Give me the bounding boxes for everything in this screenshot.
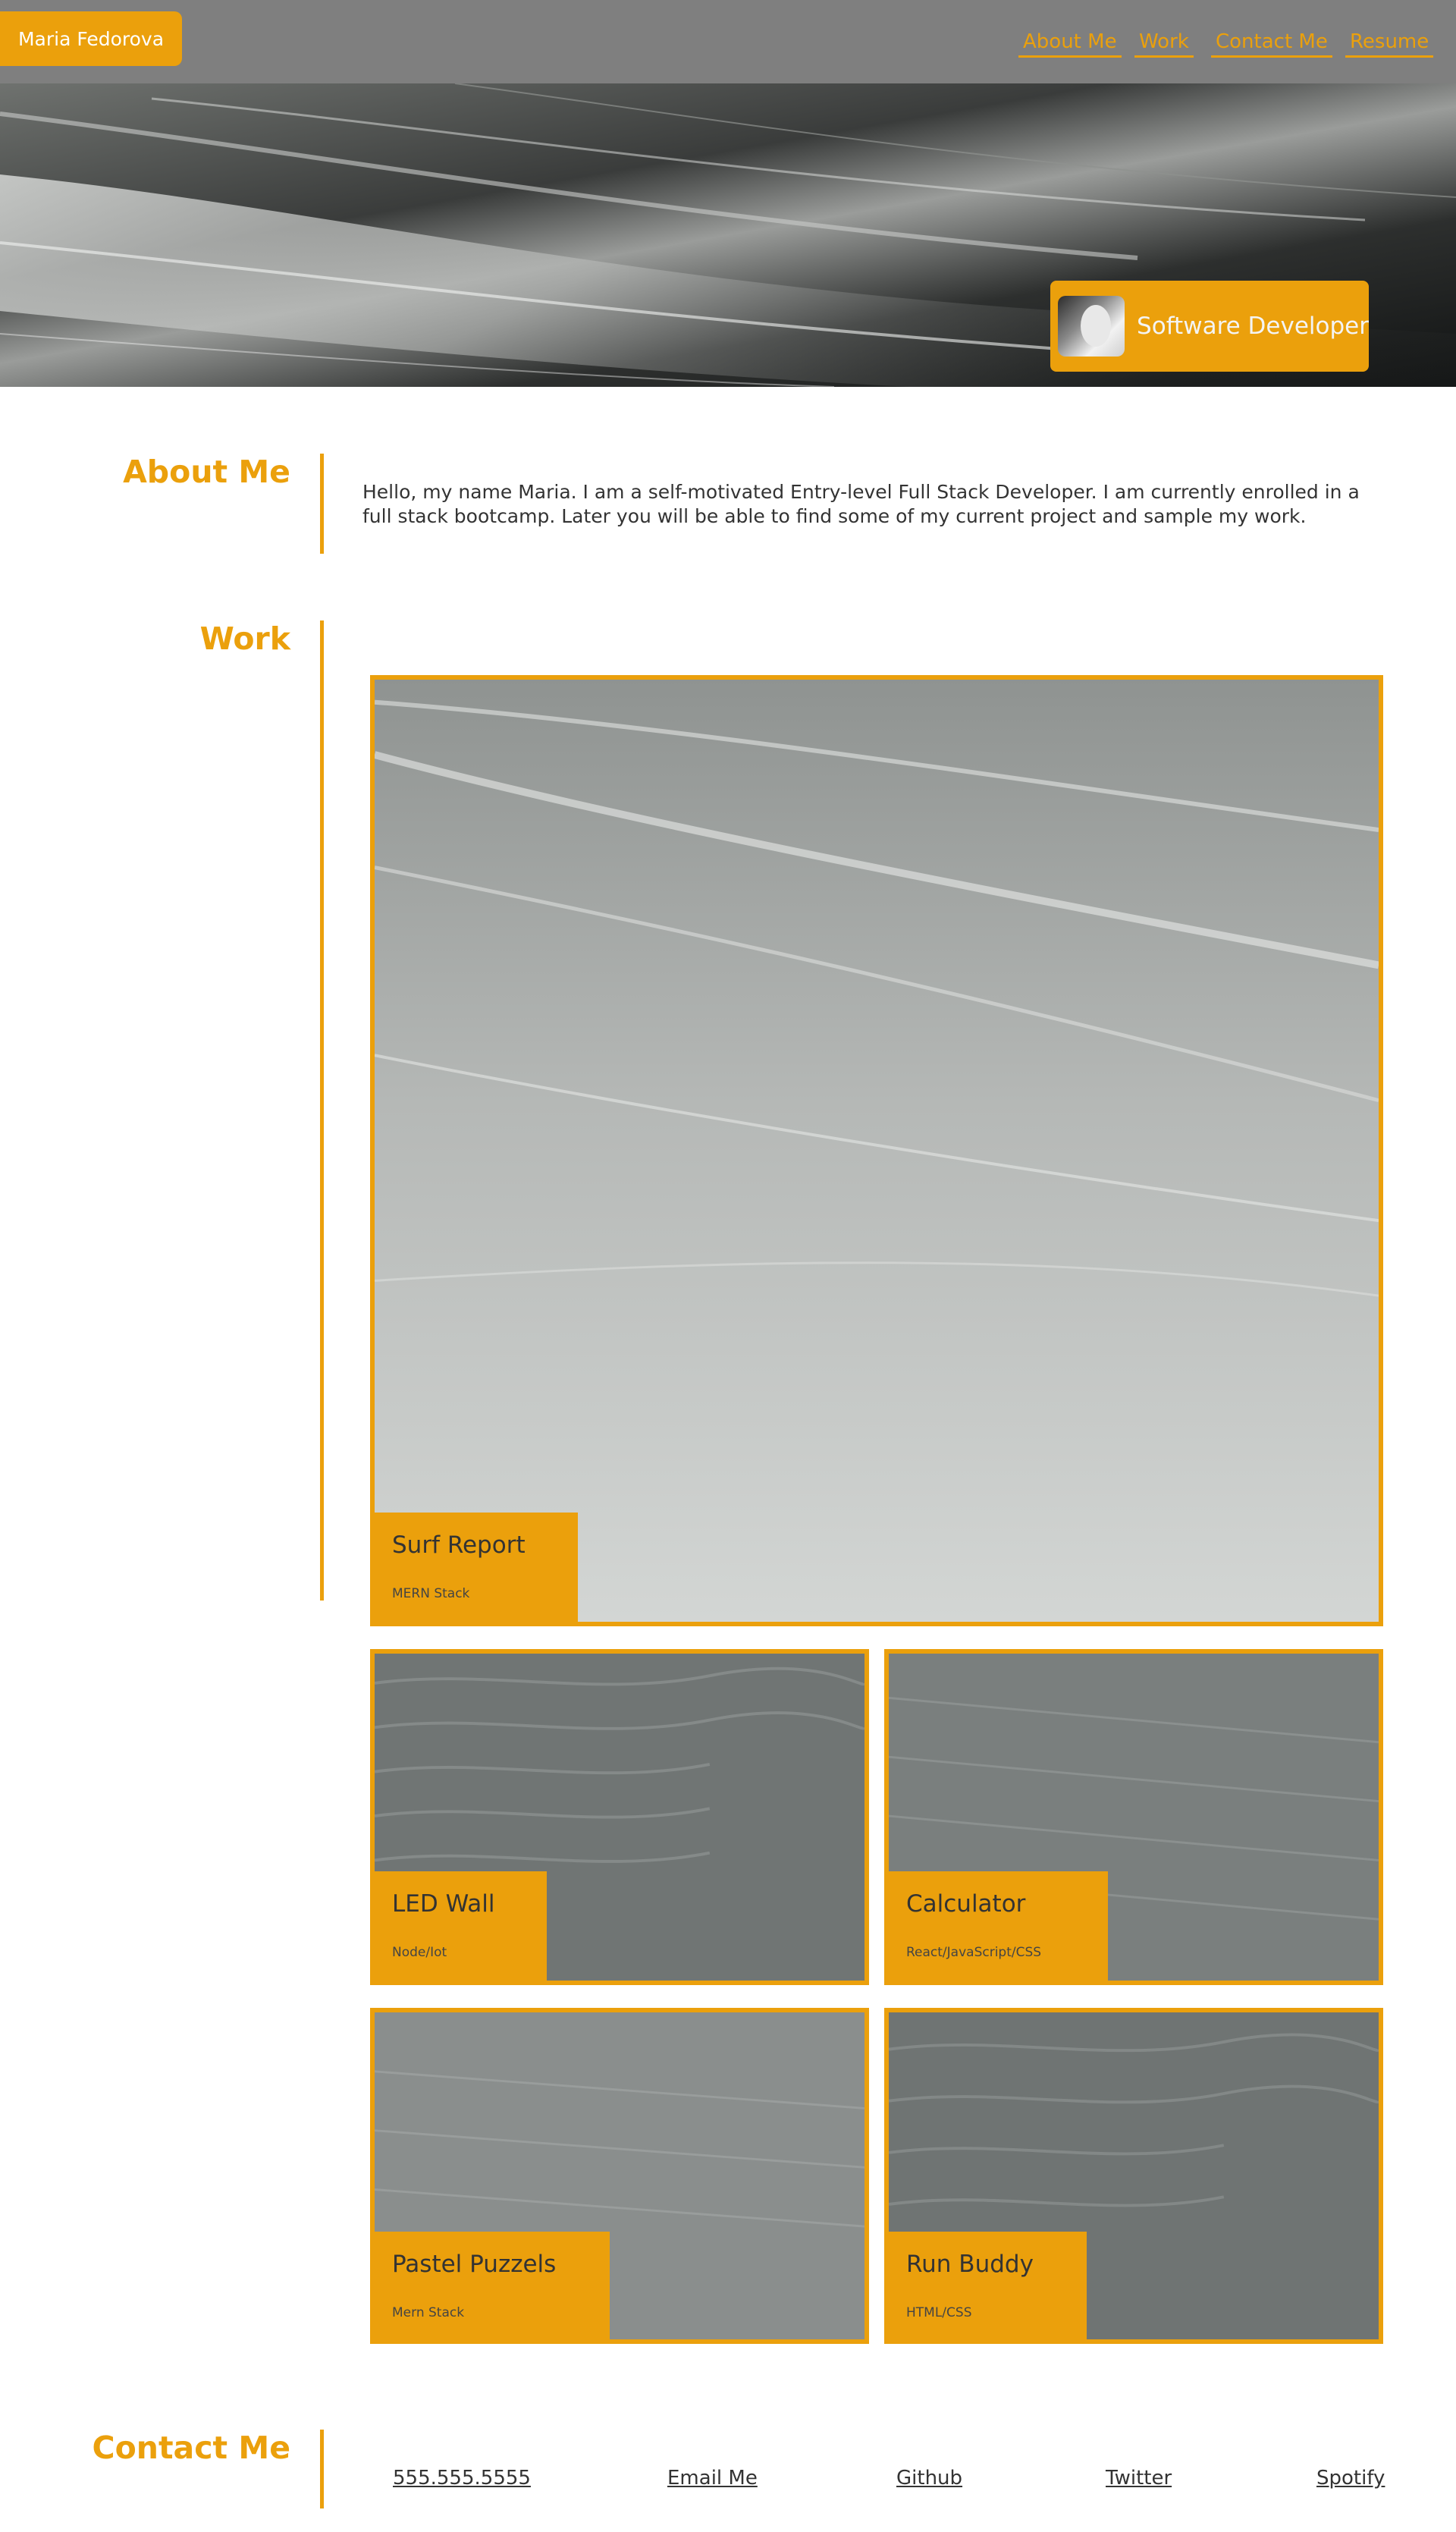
project-card-led-wall[interactable]: LED Wall Node/Iot <box>370 1649 869 1985</box>
contact-heading: Contact Me <box>92 2430 291 2466</box>
nav-link-resume[interactable]: Resume <box>1345 30 1434 58</box>
project-image <box>375 680 1379 1622</box>
project-card-run-buddy[interactable]: Run Buddy HTML/CSS <box>884 2008 1383 2344</box>
project-stack: Node/Iot <box>392 1945 447 1960</box>
site-header: Maria Fedorova About Me Work Contact Me … <box>0 0 1456 83</box>
nav-link-work[interactable]: Work <box>1134 30 1194 58</box>
project-title: Pastel Puzzels <box>392 2251 557 2278</box>
nav-link-about[interactable]: About Me <box>1018 30 1122 58</box>
project-stack: HTML/CSS <box>906 2305 972 2320</box>
role-badge: Software Developer <box>1050 281 1369 372</box>
avatar <box>1058 296 1125 357</box>
project-label: Calculator React/JavaScript/CSS <box>889 1871 1108 1981</box>
about-heading: About Me <box>123 454 290 490</box>
about-text: Hello, my name Maria. I am a self-motiva… <box>362 481 1360 527</box>
site-name-badge[interactable]: Maria Fedorova <box>0 11 182 66</box>
contact-spotify-link[interactable]: Spotify <box>1316 2467 1385 2490</box>
work-divider <box>320 620 324 1601</box>
project-title: Surf Report <box>392 1531 526 1559</box>
contact-phone-link[interactable]: 555.555.5555 <box>393 2467 531 2490</box>
project-title: Calculator <box>906 1890 1026 1918</box>
project-label: Run Buddy HTML/CSS <box>889 2232 1087 2339</box>
contact-divider <box>320 2430 324 2508</box>
project-card-surf-report[interactable]: Surf Report MERN Stack <box>370 675 1383 1626</box>
project-label: Pastel Puzzels Mern Stack <box>375 2232 610 2339</box>
project-card-calculator[interactable]: Calculator React/JavaScript/CSS <box>884 1649 1383 1985</box>
project-stack: Mern Stack <box>392 2305 465 2320</box>
role-text: Software Developer <box>1137 313 1369 340</box>
project-card-pastel-puzzels[interactable]: Pastel Puzzels Mern Stack <box>370 2008 869 2344</box>
contact-github-link[interactable]: Github <box>896 2467 962 2490</box>
project-title: Run Buddy <box>906 2251 1034 2278</box>
work-heading: Work <box>199 620 290 657</box>
contact-twitter-link[interactable]: Twitter <box>1106 2467 1172 2490</box>
contact-email-link[interactable]: Email Me <box>667 2467 758 2490</box>
project-label: LED Wall Node/Iot <box>375 1871 547 1981</box>
project-stack: React/JavaScript/CSS <box>906 1945 1042 1960</box>
project-stack: MERN Stack <box>392 1586 470 1601</box>
project-title: LED Wall <box>392 1890 495 1918</box>
project-label: Surf Report MERN Stack <box>375 1513 578 1622</box>
nav-link-contact[interactable]: Contact Me <box>1211 30 1332 58</box>
about-divider <box>320 454 324 554</box>
